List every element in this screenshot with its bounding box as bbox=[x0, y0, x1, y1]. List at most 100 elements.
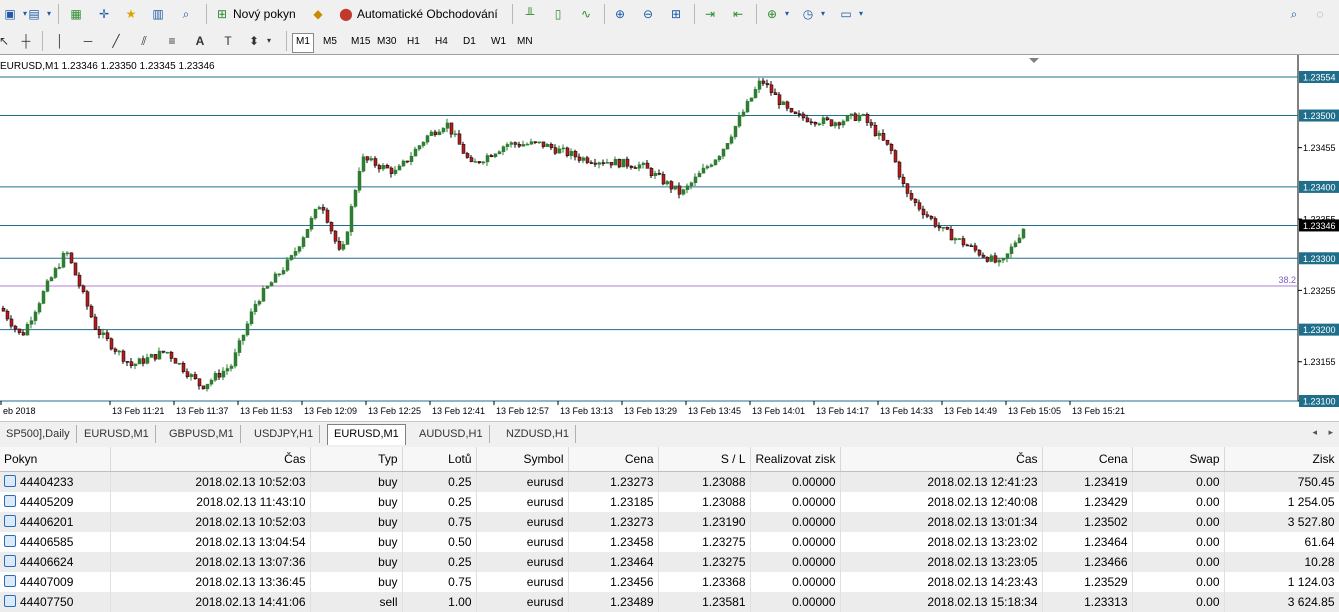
search-button[interactable]: ⌕ bbox=[1286, 4, 1302, 24]
timeframe-m30[interactable]: M30 bbox=[374, 33, 399, 51]
candle-body bbox=[121, 350, 126, 362]
table-cell: 0.00 bbox=[1132, 572, 1225, 592]
column-header[interactable]: Cena bbox=[568, 447, 659, 472]
timeframe-mn[interactable]: MN bbox=[514, 33, 536, 51]
text-label-icon: T bbox=[224, 34, 232, 48]
timeframe-h1[interactable]: H1 bbox=[404, 33, 423, 51]
table-row[interactable]: 44406624 2018.02.13 13:07:36 buy 0.25 eurusd… bbox=[0, 552, 1339, 572]
table-row[interactable]: 44406201 2018.02.13 10:52:03 buy 0.75 eurusd… bbox=[0, 512, 1339, 532]
data-window-button[interactable]: ✛ bbox=[96, 4, 112, 24]
horizontal-line-tool[interactable]: ─ bbox=[80, 31, 96, 51]
candle-body bbox=[553, 147, 558, 154]
column-header[interactable]: Realizovat zisk bbox=[750, 447, 841, 472]
price-label: 1.23300 bbox=[1303, 254, 1336, 264]
candlestick-button[interactable]: ▯ bbox=[550, 4, 566, 24]
candle-body bbox=[969, 245, 974, 247]
order-id: 44407750 bbox=[20, 595, 74, 609]
navigator-button[interactable]: ★ bbox=[123, 4, 139, 24]
channel-tool[interactable]: ⫽ bbox=[136, 31, 152, 51]
time-label: 13 Feb 12:57 bbox=[496, 406, 549, 416]
tab-scroll-left-icon[interactable]: ◂ bbox=[1312, 427, 1317, 438]
column-header[interactable]: Lotů bbox=[402, 447, 477, 472]
chart-shift-button[interactable]: ⇤ bbox=[730, 4, 746, 24]
metaeditor-button[interactable]: ◆ bbox=[310, 4, 326, 24]
time-label: 13 Feb 14:33 bbox=[880, 406, 933, 416]
timeframe-d1[interactable]: D1 bbox=[460, 33, 479, 51]
table-row[interactable]: 44404233 2018.02.13 10:52:03 buy 0.25 eurusd… bbox=[0, 471, 1339, 492]
market-watch-button[interactable]: ▦ bbox=[68, 4, 84, 24]
chart-tab[interactable]: USDJPY,H1 bbox=[248, 425, 321, 443]
text-label-tool[interactable]: T bbox=[220, 31, 236, 51]
new-order-button[interactable]: ⊞ Nový pokyn bbox=[214, 4, 296, 24]
column-header[interactable]: Typ bbox=[310, 447, 403, 472]
chart-tab[interactable]: EURUSD,M1 bbox=[78, 425, 156, 443]
profiles-button[interactable]: ▤ ▾ bbox=[26, 4, 53, 24]
column-header[interactable]: Cena bbox=[1042, 447, 1133, 472]
column-header[interactable]: Swap bbox=[1132, 447, 1225, 472]
table-cell: 2018.02.13 15:18:34 bbox=[840, 592, 1043, 612]
chart-tab[interactable]: NZDUSD,H1 bbox=[500, 425, 576, 443]
table-row[interactable]: 44407009 2018.02.13 13:36:45 buy 0.75 eurusd… bbox=[0, 572, 1339, 592]
tab-scroll-right-icon[interactable]: ▸ bbox=[1328, 427, 1333, 438]
vertical-line-tool[interactable]: │ bbox=[52, 31, 68, 51]
timeframe-h4[interactable]: H4 bbox=[432, 33, 451, 51]
trendline-tool[interactable]: ╱ bbox=[108, 31, 124, 51]
table-cell: 0.00 bbox=[1132, 492, 1225, 512]
bar-chart-button[interactable]: ╨ bbox=[522, 4, 538, 24]
table-row[interactable]: 44407750 2018.02.13 14:41:06 sell 1.00 eurus… bbox=[0, 592, 1339, 612]
table-cell: 2018.02.13 14:23:43 bbox=[840, 572, 1043, 592]
fibonacci-tool[interactable]: ≡ bbox=[164, 31, 180, 51]
terminal-button[interactable]: ▥ bbox=[150, 4, 166, 24]
indicators-button[interactable]: ⊕ ▾ bbox=[764, 4, 791, 24]
text-tool[interactable]: A bbox=[192, 31, 208, 51]
column-header[interactable]: Čas bbox=[840, 447, 1043, 472]
chat-button[interactable]: ◌ bbox=[1312, 4, 1328, 24]
timeframe-m1[interactable]: M1 bbox=[292, 33, 314, 53]
timeframe-m15[interactable]: M15 bbox=[348, 33, 373, 51]
column-header[interactable]: Zisk bbox=[1224, 447, 1339, 472]
cursor-tool[interactable]: ↖ bbox=[0, 31, 12, 51]
timeframe-m5[interactable]: M5 bbox=[320, 33, 340, 51]
candle-body bbox=[445, 122, 450, 129]
table-row[interactable]: 44405209 2018.02.13 11:43:10 buy 0.25 eurusd… bbox=[0, 492, 1339, 512]
candle-body bbox=[293, 251, 298, 256]
order-icon bbox=[4, 575, 16, 587]
candle-body bbox=[865, 114, 870, 123]
candle-body bbox=[737, 115, 742, 127]
column-header[interactable]: Symbol bbox=[476, 447, 569, 472]
zoom-out-button[interactable]: ⊖ bbox=[640, 4, 656, 24]
timeframe-w1[interactable]: W1 bbox=[488, 33, 509, 51]
candle-body bbox=[641, 162, 646, 165]
candle-body bbox=[493, 153, 498, 158]
line-chart-button[interactable]: ∿ bbox=[578, 4, 594, 24]
candle-body bbox=[109, 338, 114, 350]
column-header[interactable]: Čas bbox=[110, 447, 311, 472]
chart-tab[interactable]: GBPUSD,M1 bbox=[163, 425, 241, 443]
tester-button[interactable]: ⌕ bbox=[178, 4, 194, 24]
arrows-tool[interactable]: ⬍ ▾ bbox=[246, 31, 273, 51]
candle-body bbox=[229, 365, 234, 369]
table-cell: 1.23502 bbox=[1042, 512, 1133, 532]
crosshair-tool[interactable]: ┼ bbox=[18, 31, 34, 51]
auto-scroll-button[interactable]: ⇥ bbox=[702, 4, 718, 24]
chart-tab[interactable]: AUDUSD,H1 bbox=[413, 425, 490, 443]
arrows-icon: ⬍ bbox=[248, 34, 260, 48]
periods-button[interactable]: ◷ ▾ bbox=[800, 4, 827, 24]
column-header[interactable]: S / L bbox=[658, 447, 751, 472]
chart-tab[interactable]: EURUSD,M1 bbox=[327, 424, 406, 445]
chart-tab[interactable]: SP500],Daily bbox=[0, 425, 77, 443]
candle-body bbox=[145, 357, 150, 364]
zoom-in-button[interactable]: ⊕ bbox=[612, 4, 628, 24]
candle-body bbox=[65, 252, 70, 255]
candle-body bbox=[289, 255, 294, 260]
column-header[interactable]: Pokyn bbox=[0, 447, 111, 472]
table-row[interactable]: 44406585 2018.02.13 13:04:54 buy 0.50 eurusd… bbox=[0, 532, 1339, 552]
auto-trading-button[interactable]: ⬤ Automatické Obchodování bbox=[338, 4, 497, 24]
tile-windows-button[interactable]: ⊞ bbox=[668, 4, 684, 24]
price-chart[interactable]: 38.2 1.235541.235001.234551.234001.23355… bbox=[0, 55, 1339, 421]
new-chart-button[interactable]: ▣ ▾ bbox=[2, 4, 29, 24]
templates-button[interactable]: ▭ ▾ bbox=[838, 4, 865, 24]
candle-body bbox=[317, 207, 322, 210]
chart-canvas[interactable]: 38.2 1.235541.235001.234551.234001.23355… bbox=[0, 55, 1339, 421]
table-cell: 44404233 bbox=[0, 471, 111, 492]
